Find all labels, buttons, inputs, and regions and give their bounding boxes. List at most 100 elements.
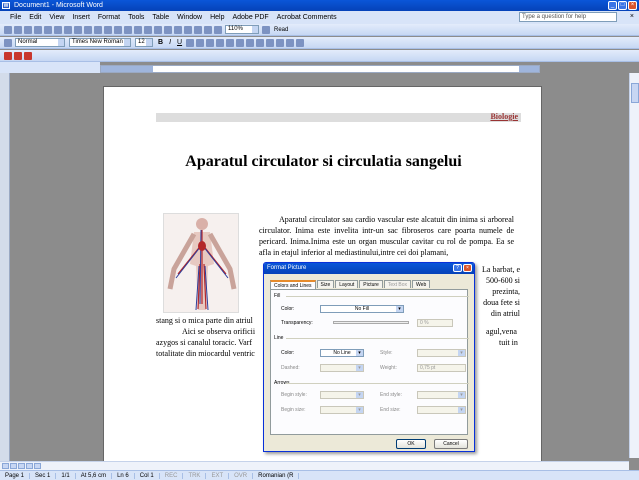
justify-icon[interactable] — [216, 38, 225, 47]
print-icon[interactable] — [44, 25, 52, 34]
cut-icon[interactable] — [84, 25, 92, 34]
convert-and-email-icon[interactable] — [14, 51, 22, 60]
font-combo[interactable]: Times New Roman — [69, 38, 131, 47]
columns-icon[interactable] — [184, 25, 192, 34]
menu-acrobat-comments[interactable]: Acrobat Comments — [273, 14, 341, 21]
normal-view-icon[interactable] — [2, 463, 9, 469]
spelling-icon[interactable] — [64, 25, 72, 34]
paste-icon[interactable] — [104, 25, 112, 34]
close-document-icon[interactable]: × — [630, 13, 634, 20]
show-hide-icon[interactable] — [214, 25, 222, 34]
styles-pane-icon[interactable] — [4, 38, 12, 47]
menu-table[interactable]: Table — [148, 14, 173, 21]
hyperlink-icon[interactable] — [144, 25, 152, 34]
tab-colors-and-lines[interactable]: Colors and Lines — [270, 280, 316, 289]
web-view-icon[interactable] — [10, 463, 17, 469]
decrease-indent-icon[interactable] — [256, 38, 265, 47]
zoom-combo[interactable]: 110% — [225, 25, 259, 34]
permission-icon[interactable] — [34, 25, 42, 34]
menu-tools[interactable]: Tools — [124, 14, 148, 21]
help-search-input[interactable]: Type a question for help — [519, 12, 617, 22]
undo-icon[interactable] — [124, 25, 132, 34]
weight-field: 0,75 pt — [417, 364, 466, 372]
increase-indent-icon[interactable] — [266, 38, 275, 47]
tables-borders-icon[interactable] — [154, 25, 162, 34]
close-button[interactable]: × — [628, 1, 637, 10]
outline-view-icon[interactable] — [26, 463, 33, 469]
vertical-ruler[interactable] — [0, 73, 10, 463]
minimize-button[interactable]: _ — [608, 1, 617, 10]
tab-picture[interactable]: Picture — [359, 280, 383, 288]
dashed-select — [320, 364, 364, 372]
status-trk[interactable]: TRK — [183, 472, 207, 479]
status-language[interactable]: Romanian (R — [253, 472, 300, 479]
menu-format[interactable]: Format — [94, 14, 124, 21]
document-map-icon[interactable] — [204, 25, 212, 34]
dashed-label: Dashed: — [281, 365, 300, 371]
tab-web[interactable]: Web — [412, 280, 431, 288]
italic-button[interactable]: I — [169, 39, 171, 46]
convert-to-pdf-icon[interactable] — [4, 51, 12, 60]
drawing-icon[interactable] — [194, 25, 202, 34]
menu-view[interactable]: View — [45, 14, 68, 21]
borders-icon[interactable] — [276, 38, 285, 47]
bold-button[interactable]: B — [158, 39, 163, 46]
horizontal-scrollbar[interactable] — [0, 461, 629, 470]
print-view-icon[interactable] — [18, 463, 25, 469]
dialog-help-button[interactable]: ? — [453, 264, 462, 272]
status-ext[interactable]: EXT — [206, 472, 230, 479]
read-button[interactable]: Read — [274, 27, 288, 33]
horizontal-ruler[interactable] — [100, 65, 540, 73]
menu-adobe-pdf[interactable]: Adobe PDF — [228, 14, 272, 21]
new-document-icon[interactable] — [4, 25, 12, 34]
status-rec[interactable]: REC — [160, 472, 184, 479]
dialog-close-button[interactable]: × — [463, 264, 472, 272]
bullets-icon[interactable] — [246, 38, 255, 47]
document-title: Aparatul circulator si circulatia sangel… — [185, 153, 462, 170]
reading-view-icon[interactable] — [34, 463, 41, 469]
maximize-button[interactable]: □ — [618, 1, 627, 10]
scroll-thumb[interactable] — [631, 83, 639, 103]
font-color-icon[interactable] — [296, 38, 305, 47]
menu-insert[interactable]: Insert — [68, 14, 94, 21]
align-right-icon[interactable] — [206, 38, 215, 47]
open-icon[interactable] — [14, 25, 22, 34]
align-left-icon[interactable] — [186, 38, 195, 47]
copy-icon[interactable] — [94, 25, 102, 34]
redo-icon[interactable] — [134, 25, 142, 34]
menu-help[interactable]: Help — [206, 14, 228, 21]
highlight-icon[interactable] — [286, 38, 295, 47]
header-band — [156, 113, 521, 122]
end-size-select — [417, 406, 466, 414]
format-painter-icon[interactable] — [114, 25, 122, 34]
ok-button[interactable]: OK — [396, 439, 426, 449]
end-size-label: End size: — [380, 407, 401, 413]
underline-button[interactable]: U — [177, 39, 182, 46]
style-combo[interactable]: Normal — [15, 38, 65, 47]
vertical-scrollbar[interactable] — [629, 73, 639, 458]
print-preview-icon[interactable] — [54, 25, 62, 34]
numbering-icon[interactable] — [236, 38, 245, 47]
menu-edit[interactable]: Edit — [25, 14, 45, 21]
fill-color-select[interactable]: No Fill — [320, 305, 404, 313]
end-style-label: End style: — [380, 392, 402, 398]
insert-table-icon[interactable] — [164, 25, 172, 34]
transparency-field[interactable]: 0 % — [417, 319, 453, 327]
line-color-select[interactable]: No Line — [320, 349, 364, 357]
circulatory-system-picture[interactable] — [163, 213, 239, 313]
font-size-combo[interactable]: 12 — [135, 38, 153, 47]
convert-for-review-icon[interactable] — [24, 51, 32, 60]
menu-file[interactable]: File — [6, 14, 25, 21]
help-icon[interactable] — [262, 25, 270, 34]
status-ovr[interactable]: OVR — [229, 472, 254, 479]
tab-size[interactable]: Size — [316, 280, 335, 288]
align-center-icon[interactable] — [196, 38, 205, 47]
tab-layout[interactable]: Layout — [335, 280, 359, 288]
transparency-slider[interactable] — [333, 321, 409, 324]
insert-excel-icon[interactable] — [174, 25, 182, 34]
save-icon[interactable] — [24, 25, 32, 34]
line-spacing-icon[interactable] — [226, 38, 235, 47]
cancel-button[interactable]: Cancel — [434, 439, 468, 449]
menu-window[interactable]: Window — [173, 14, 206, 21]
research-icon[interactable] — [74, 25, 82, 34]
